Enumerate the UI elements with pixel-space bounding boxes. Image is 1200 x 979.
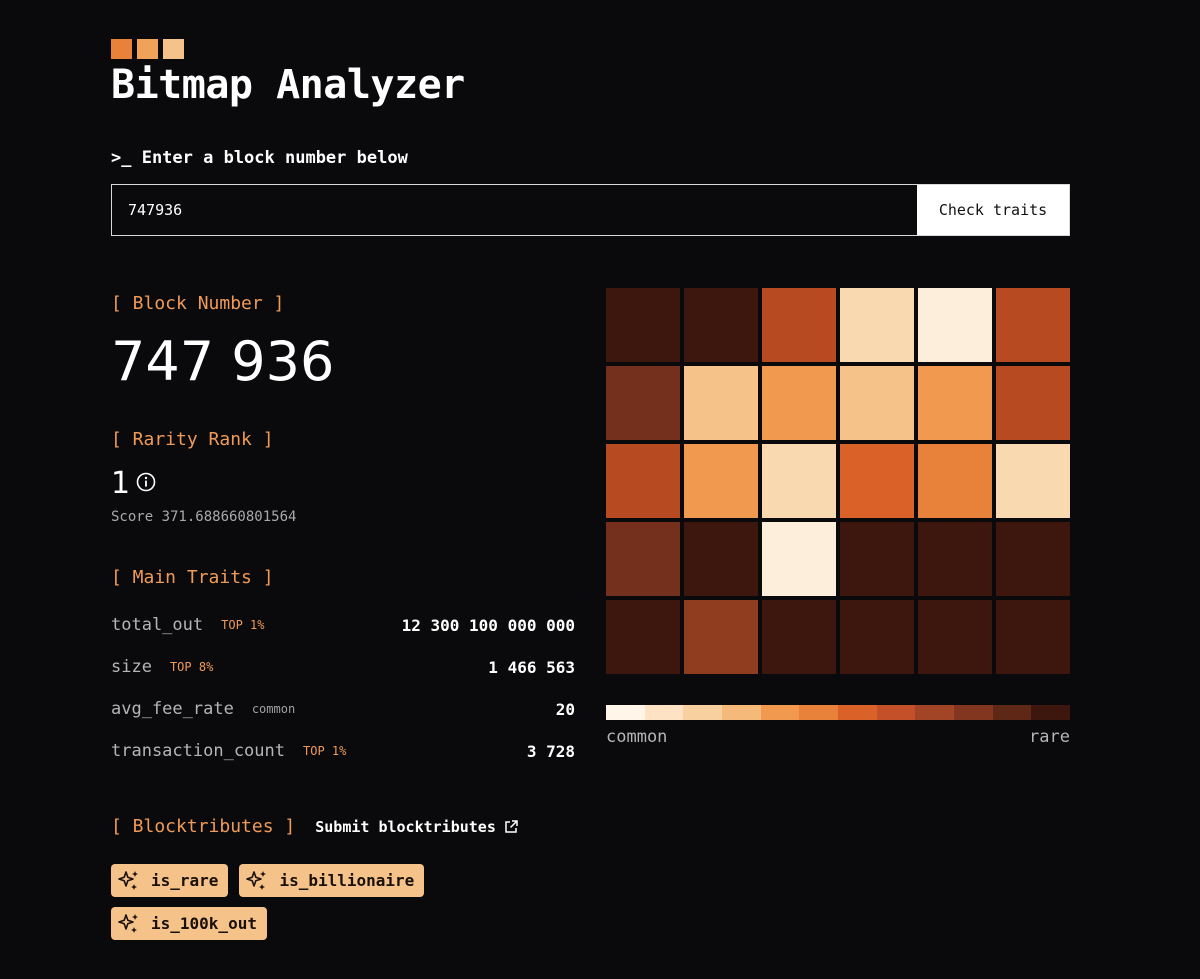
blocktribute-chips: is_rare is_billionaire is_100k_out: [111, 864, 531, 940]
logo-square-1: [111, 39, 132, 59]
legend-swatch: [644, 705, 684, 720]
bitmap-cell: [606, 600, 680, 674]
bitmap-cell: [996, 600, 1070, 674]
chip-label: is_100k_out: [151, 914, 257, 933]
trait-name: size: [111, 657, 152, 677]
blocktributes-header: [ Blocktributes ] Submit blocktributes: [111, 816, 518, 837]
bitmap-cell: [606, 522, 680, 596]
legend-swatch: [1031, 705, 1071, 720]
trait-badge: TOP 8%: [169, 660, 214, 674]
bitmap-cell: [996, 288, 1070, 362]
legend-swatch: [954, 705, 993, 720]
bitmap-cell: [684, 444, 758, 518]
legend-swatch: [606, 705, 645, 720]
legend-swatch: [915, 705, 955, 720]
legend-swatch: [838, 705, 877, 720]
page-title: Bitmap Analyzer: [111, 62, 465, 108]
sparkles-icon: [118, 913, 138, 933]
bitmap-cell: [762, 600, 836, 674]
trait-row: transaction_count TOP 1% 3 728: [111, 730, 575, 772]
legend-swatch: [760, 705, 800, 720]
legend-swatch: [992, 705, 1032, 720]
bitmap-grid: [606, 288, 1070, 674]
block-number-value: 747 936: [111, 330, 335, 393]
bitmap-cell: [684, 522, 758, 596]
bitmap-cell: [996, 522, 1070, 596]
bitmap-cell: [840, 288, 914, 362]
trait-row: total_out TOP 1% 12 300 100 000 000: [111, 604, 575, 646]
logo-square-2: [137, 39, 158, 59]
rarity-legend-labels: common rare: [606, 727, 1070, 747]
block-number-input[interactable]: [112, 185, 917, 235]
trait-value: 20: [555, 699, 575, 719]
check-traits-button[interactable]: Check traits: [917, 185, 1069, 235]
search-bar: Check traits: [111, 184, 1070, 236]
legend-swatch: [722, 705, 761, 720]
logo: [111, 39, 184, 59]
trait-name: total_out: [111, 615, 204, 635]
bitmap-cell: [762, 366, 836, 440]
legend-swatch: [799, 705, 839, 720]
submit-blocktributes-label: Submit blocktributes: [315, 817, 496, 836]
traits-list: total_out TOP 1% 12 300 100 000 000 size…: [111, 604, 575, 772]
rarity-rank-label: [ Rarity Rank ]: [111, 429, 274, 450]
bitmap-cell: [918, 600, 992, 674]
trait-value: 12 300 100 000 000: [401, 615, 575, 635]
bitmap-cell: [840, 444, 914, 518]
bitmap-cell: [606, 288, 680, 362]
bitmap-cell: [762, 444, 836, 518]
bitmap-cell: [684, 288, 758, 362]
bitmap-cell: [684, 366, 758, 440]
bitmap-cell: [996, 366, 1070, 440]
bitmap-cell: [762, 288, 836, 362]
info-icon[interactable]: [136, 472, 156, 492]
legend-common-label: common: [606, 727, 668, 747]
trait-name: transaction_count: [111, 741, 285, 761]
trait-row: avg_fee_rate common 20: [111, 688, 575, 730]
trait-badge: TOP 1%: [303, 744, 347, 758]
trait-row: size TOP 8% 1 466 563: [111, 646, 575, 688]
rarity-rank-value: 1: [111, 466, 131, 501]
rarity-rank: 1: [111, 466, 156, 501]
trait-name: avg_fee_rate: [111, 699, 234, 719]
blocktributes-label: [ Blocktributes ]: [111, 816, 296, 837]
rarity-legend-bar: [606, 705, 1071, 720]
logo-square-3: [163, 39, 184, 59]
chip-label: is_billionaire: [279, 871, 415, 890]
bitmap-cell: [996, 444, 1070, 518]
trait-value: 3 728: [526, 741, 575, 761]
bitmap-cell: [840, 600, 914, 674]
rarity-score: Score 371.688660801564: [111, 509, 297, 525]
trait-badge: TOP 1%: [221, 618, 265, 632]
submit-blocktributes-link[interactable]: Submit blocktributes: [315, 818, 518, 836]
search-prompt: >_ Enter a block number below: [111, 148, 408, 168]
external-link-icon: [505, 819, 518, 833]
bitmap-cell: [762, 522, 836, 596]
legend-swatch: [876, 705, 916, 720]
legend-rare-label: rare: [1029, 727, 1070, 747]
bitmap-cell: [918, 366, 992, 440]
bitmap-cell: [606, 366, 680, 440]
bitmap-cell: [684, 600, 758, 674]
bitmap-cell: [918, 444, 992, 518]
legend-swatch: [683, 705, 723, 720]
bitmap-cell: [918, 522, 992, 596]
sparkles-icon: [246, 870, 267, 890]
bitmap-cell: [840, 366, 914, 440]
block-number-label: [ Block Number ]: [111, 293, 285, 314]
chip-label: is_rare: [151, 871, 219, 890]
sparkles-icon: [118, 870, 138, 890]
trait-value: 1 466 563: [488, 657, 575, 677]
blocktribute-chip[interactable]: is_rare: [111, 864, 229, 897]
bitmap-cell: [840, 522, 914, 596]
main-traits-label: [ Main Traits ]: [111, 567, 274, 588]
bitmap-cell: [918, 288, 992, 362]
blocktribute-chip[interactable]: is_billionaire: [239, 864, 425, 897]
trait-badge: common: [251, 702, 296, 716]
bitmap-cell: [606, 444, 680, 518]
blocktribute-chip[interactable]: is_100k_out: [111, 907, 267, 940]
